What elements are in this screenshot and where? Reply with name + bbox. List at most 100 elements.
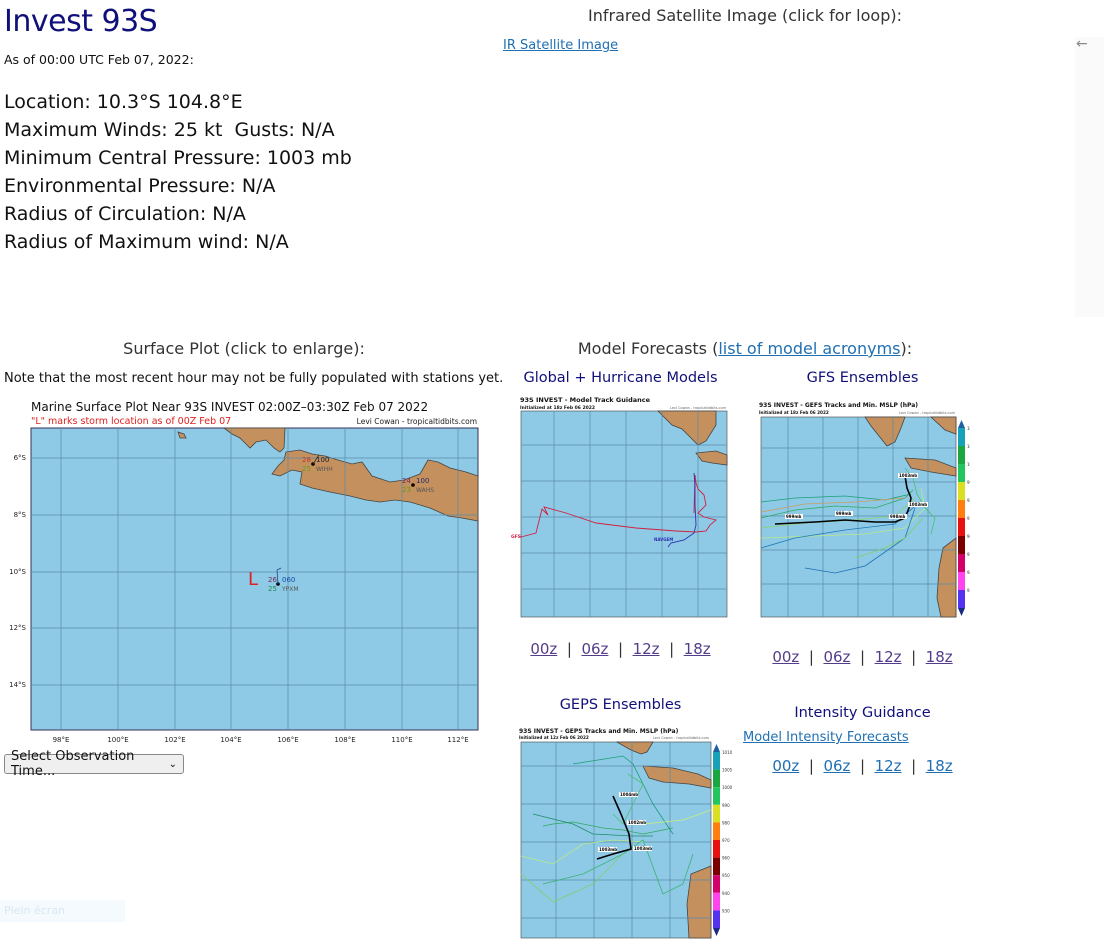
run-link-12z[interactable]: 12z bbox=[875, 648, 902, 666]
stat-radius-max-wind: Radius of Maximum wind: N/A bbox=[4, 231, 289, 253]
ir-satellite-link[interactable]: IR Satellite Image bbox=[503, 38, 618, 53]
geps-tracks-image[interactable]: 93S INVEST - GEPS Tracks and Min. MSLP (… bbox=[513, 724, 738, 942]
surface-plot-credit: Levi Cowan - tropicaltidbits.com bbox=[357, 417, 477, 426]
image-title: 93S INVEST - GEPS Tracks and Min. MSLP (… bbox=[519, 728, 679, 735]
model-forecasts-heading-suffix: ): bbox=[900, 339, 913, 358]
storm-stats: Location: 10.3°S 104.8°E Maximum Winds: … bbox=[4, 88, 352, 256]
colorbar-segment bbox=[958, 572, 965, 590]
colorbar-segment bbox=[958, 464, 965, 482]
colorbar-segment bbox=[713, 892, 720, 911]
intensity-guidance-heading: Intensity Guidance bbox=[794, 705, 931, 721]
run-link-00z[interactable]: 00z bbox=[530, 640, 557, 658]
svg-text:998mb: 998mb bbox=[890, 514, 906, 519]
side-panel bbox=[1075, 37, 1104, 317]
svg-text:WIHH: WIHH bbox=[316, 466, 333, 473]
chevron-down-icon: ⌄ bbox=[168, 758, 177, 770]
run-link-12z[interactable]: 12z bbox=[875, 757, 902, 775]
lat-tick: 14°S bbox=[9, 681, 26, 689]
colorbar-segment bbox=[958, 518, 965, 536]
gfs-ensembles-heading: GFS Ensembles bbox=[806, 370, 919, 386]
svg-text:1002mb: 1002mb bbox=[628, 820, 646, 825]
run-link-18z[interactable]: 18z bbox=[926, 648, 953, 666]
surface-plot-image[interactable]: Marine Surface Plot Near 93S INVEST 02:0… bbox=[0, 396, 490, 752]
colorbar-label: 940 bbox=[967, 570, 970, 575]
colorbar-label: 930 bbox=[722, 908, 730, 913]
colorbar-label: 1000 bbox=[722, 785, 733, 790]
svg-text:1003mb: 1003mb bbox=[909, 502, 927, 507]
satellite-heading: Infrared Satellite Image (click for loop… bbox=[588, 6, 902, 25]
lon-tick: 106°E bbox=[277, 736, 298, 744]
colorbar-label: 950 bbox=[722, 873, 730, 878]
gfs-label: GFS bbox=[511, 534, 521, 540]
stat-min-pressure: Minimum Central Pressure: 1003 mb bbox=[4, 147, 352, 169]
lon-tick: 110°E bbox=[391, 736, 412, 744]
colorbar-arrow-bottom bbox=[713, 928, 720, 936]
image-credit: Levi Cowan - tropicaltidbits.com bbox=[670, 406, 727, 410]
lon-tick: 100°E bbox=[107, 736, 128, 744]
as-of-timestamp: As of 00:00 UTC Feb 07, 2022: bbox=[4, 52, 194, 67]
svg-text:1003mb: 1003mb bbox=[899, 473, 917, 478]
colorbar-label: 1010 bbox=[967, 426, 970, 431]
lat-tick: 6°S bbox=[14, 454, 27, 462]
lat-tick: 8°S bbox=[14, 511, 27, 519]
fullscreen-button[interactable]: Plein écran bbox=[0, 900, 125, 922]
observation-time-select[interactable]: Select Observation Time... ⌄ bbox=[4, 749, 184, 779]
model-intensity-forecasts-link[interactable]: Model Intensity Forecasts bbox=[743, 730, 909, 745]
image-credit: Levi Cowan - tropicaltidbits.com bbox=[899, 411, 956, 415]
surface-plot-subtitle: "L" marks storm location as of 00Z Feb 0… bbox=[31, 416, 231, 427]
colorbar-label: 980 bbox=[722, 820, 730, 825]
image-init: Initialized at 18z Feb 06 2022 bbox=[759, 410, 829, 415]
image-title: 93S INVEST - Model Track Guidance bbox=[520, 396, 651, 404]
colorbar-segment bbox=[713, 769, 720, 788]
model-track-guidance-image[interactable]: 93S INVEST - Model Track Guidance Initia… bbox=[506, 395, 736, 625]
stat-radius-circulation: Radius of Circulation: N/A bbox=[4, 203, 246, 225]
svg-text:999mb: 999mb bbox=[786, 514, 802, 519]
svg-text:1003mb: 1003mb bbox=[599, 847, 617, 852]
run-link-06z[interactable]: 06z bbox=[823, 648, 850, 666]
colorbar-segment bbox=[713, 752, 720, 770]
lat-tick: 10°S bbox=[9, 568, 26, 576]
colorbar-segment bbox=[713, 910, 720, 928]
colorbar-segment bbox=[958, 428, 965, 446]
run-link-06z[interactable]: 06z bbox=[823, 757, 850, 775]
colorbar-label: 1005 bbox=[967, 444, 970, 449]
run-link-18z[interactable]: 18z bbox=[684, 640, 711, 658]
svg-text:100: 100 bbox=[316, 456, 329, 464]
colorbar-segment bbox=[713, 840, 720, 858]
svg-text:24: 24 bbox=[402, 477, 411, 485]
stat-max-winds: Maximum Winds: 25 kt Gusts: N/A bbox=[4, 119, 335, 141]
colorbar-segment bbox=[958, 482, 965, 500]
run-link-00z[interactable]: 00z bbox=[772, 648, 799, 666]
lon-tick: 104°E bbox=[220, 736, 241, 744]
model-acronyms-link[interactable]: list of model acronyms bbox=[718, 339, 900, 358]
svg-text:YPXM: YPXM bbox=[281, 586, 299, 593]
colorbar-segment bbox=[958, 536, 965, 554]
run-link-00z[interactable]: 00z bbox=[772, 757, 799, 775]
colorbar-segment bbox=[958, 446, 965, 464]
left-arrow-icon[interactable]: ← bbox=[1076, 36, 1088, 52]
colorbar: 1010 1005 1000 990 980 970 960 950 940 930 bbox=[713, 744, 733, 936]
colorbar-label: 990 bbox=[722, 803, 730, 808]
colorbar-segment bbox=[958, 500, 965, 518]
colorbar-arrow-bottom bbox=[958, 608, 965, 616]
run-link-18z[interactable]: 18z bbox=[926, 757, 953, 775]
colorbar-label: 960 bbox=[967, 534, 970, 539]
observation-time-select-label: Select Observation Time... bbox=[11, 749, 135, 779]
svg-text:23: 23 bbox=[402, 486, 411, 494]
model-forecasts-heading: Model Forecasts (list of model acronyms)… bbox=[490, 339, 1000, 358]
geps-ensembles-heading: GEPS Ensembles bbox=[559, 697, 682, 713]
colorbar-label: 990 bbox=[967, 480, 970, 485]
colorbar-arrow-top bbox=[713, 744, 720, 752]
stat-env-pressure: Environmental Pressure: N/A bbox=[4, 175, 276, 197]
gefs-runs: 00z | 06z | 12z | 18z bbox=[772, 648, 953, 666]
run-link-06z[interactable]: 06z bbox=[581, 640, 608, 658]
svg-text:WAHS: WAHS bbox=[416, 487, 434, 494]
image-init: Initialized at 18z Feb 06 2022 bbox=[520, 405, 595, 411]
svg-text:25: 25 bbox=[268, 585, 277, 593]
storm-location-marker: L bbox=[248, 569, 258, 590]
run-link-12z[interactable]: 12z bbox=[633, 640, 660, 658]
lat-tick: 12°S bbox=[9, 624, 26, 632]
gefs-tracks-image[interactable]: 93S INVEST - GEFS Tracks and Min. MSLP (… bbox=[755, 398, 978, 623]
storm-title: Invest 93S bbox=[4, 4, 158, 39]
svg-text:28: 28 bbox=[302, 456, 311, 464]
